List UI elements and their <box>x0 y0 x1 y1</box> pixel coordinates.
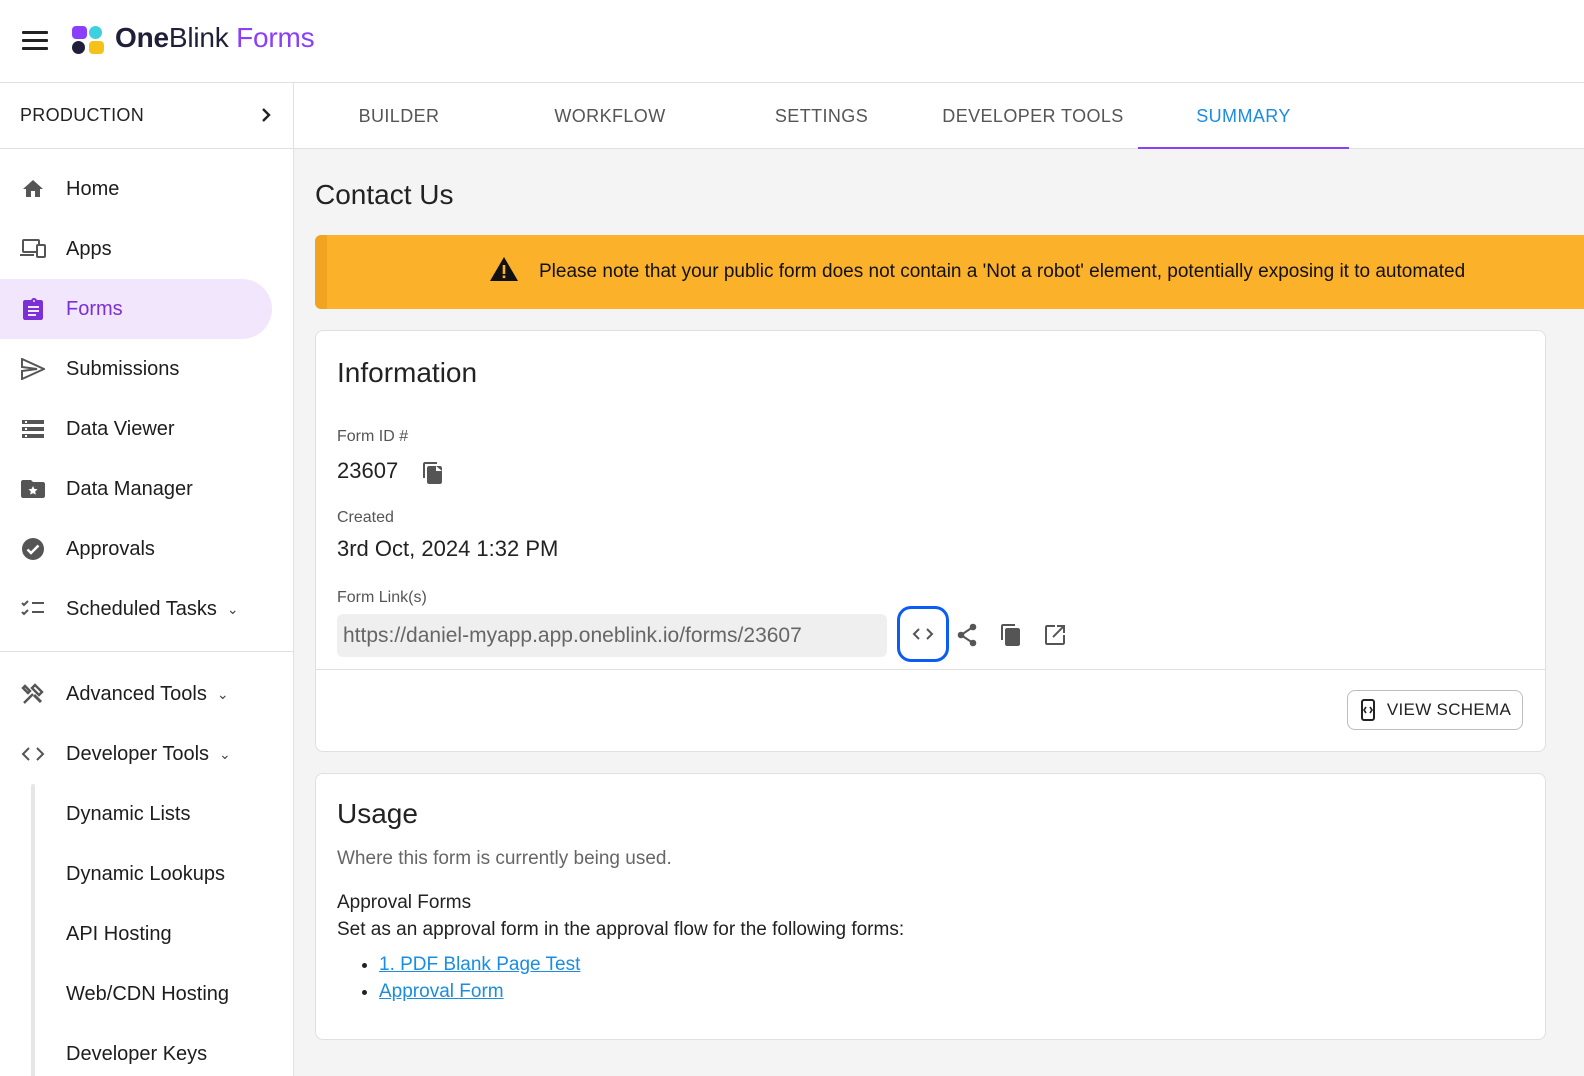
sidebar-item-label: Submissions <box>66 357 180 380</box>
open-in-new-icon[interactable] <box>1040 620 1070 650</box>
sidebar-item-label: Data Viewer <box>66 417 175 440</box>
approval-forms-text: Set as an approval form in the approval … <box>337 919 905 940</box>
share-icon[interactable] <box>952 620 982 650</box>
sidebar-item-label: Developer Tools <box>66 742 210 765</box>
chevron-down-icon: ⌄ <box>226 600 239 617</box>
view-schema-button[interactable]: VIEW SCHEMA <box>1347 690 1523 730</box>
warning-text: Please note that your public form does n… <box>539 261 1466 282</box>
send-icon <box>20 356 46 382</box>
sidebar: PRODUCTION Home Apps Forms Submissions D… <box>0 83 294 1076</box>
environment-selector[interactable]: PRODUCTION <box>0 83 293 149</box>
sidebar-item-api-hosting[interactable]: API Hosting <box>0 904 272 964</box>
sidebar-item-label: Forms <box>66 297 123 320</box>
warning-icon <box>489 256 519 288</box>
tab-developer-tools[interactable]: DEVELOPER TOOLS <box>938 83 1128 149</box>
home-icon <box>20 176 46 202</box>
created-label: Created <box>337 509 394 526</box>
form-link-value: https://daniel-myapp.app.oneblink.io/for… <box>343 623 802 647</box>
tab-summary[interactable]: SUMMARY <box>1138 83 1349 150</box>
approval-form-link[interactable]: Approval Form <box>379 981 504 1002</box>
created-value: 3rd Oct, 2024 1:32 PM <box>337 536 559 561</box>
copy-link-icon[interactable] <box>996 620 1026 650</box>
information-heading: Information <box>337 357 478 388</box>
tab-builder[interactable]: BUILDER <box>334 83 464 149</box>
form-links-label: Form Link(s) <box>337 589 427 606</box>
list-item: Approval Form <box>379 981 580 1008</box>
sidebar-item-label: Dynamic Lists <box>66 802 191 825</box>
code-icon <box>912 628 934 640</box>
developer-submenu: Dynamic Lists Dynamic Lookups API Hostin… <box>0 784 293 1076</box>
sidebar-item-label: Apps <box>66 237 112 260</box>
code-icon <box>20 741 46 767</box>
main-nav: Home Apps Forms Submissions Data Viewer … <box>0 149 293 639</box>
tab-settings[interactable]: SETTINGS <box>754 83 889 149</box>
sidebar-item-scheduled-tasks[interactable]: Scheduled Tasks ⌄ <box>0 579 272 639</box>
main-content: Contact Us Please note that your public … <box>294 149 1584 1076</box>
folder-star-icon <box>20 476 46 502</box>
sidebar-item-label: API Hosting <box>66 922 172 945</box>
approval-form-link[interactable]: 1. PDF Blank Page Test <box>379 954 580 975</box>
view-schema-label: VIEW SCHEMA <box>1386 700 1512 719</box>
form-tabs: BUILDER WORKFLOW SETTINGS DEVELOPER TOOL… <box>294 83 1584 150</box>
usage-description: Where this form is currently being used. <box>337 848 672 869</box>
sidebar-item-label: Data Manager <box>66 477 193 500</box>
chevron-down-icon: ⌄ <box>216 685 229 702</box>
brand-name: OneBlink Forms <box>115 22 315 53</box>
list-item: 1. PDF Blank Page Test <box>379 954 580 981</box>
sidebar-item-developer-tools[interactable]: Developer Tools ⌄ <box>0 724 272 784</box>
approval-forms-heading: Approval Forms <box>337 892 472 913</box>
sidebar-item-label: Home <box>66 177 120 200</box>
sidebar-item-label: Dynamic Lookups <box>66 862 225 885</box>
list-icon <box>20 416 46 442</box>
sidebar-item-data-manager[interactable]: Data Manager <box>0 459 272 519</box>
chevron-right-icon <box>259 103 273 129</box>
schema-icon <box>1360 699 1375 721</box>
sidebar-item-label: Approvals <box>66 537 155 560</box>
sidebar-item-label: Web/CDN Hosting <box>66 982 230 1005</box>
page-title: Contact Us <box>315 179 454 210</box>
clipboard-icon <box>20 296 46 322</box>
devices-icon <box>20 236 46 262</box>
sidebar-item-developer-keys[interactable]: Developer Keys <box>0 1024 272 1076</box>
tools-nav: Advanced Tools ⌄ Developer Tools ⌄ <box>0 664 293 784</box>
copy-icon[interactable] <box>418 458 448 488</box>
usage-card: Usage Where this form is currently being… <box>315 773 1546 1040</box>
check-circle-icon <box>20 536 46 562</box>
sidebar-divider <box>0 651 293 652</box>
approval-forms-list: 1. PDF Blank Page Test Approval Form <box>379 954 580 1008</box>
sidebar-item-advanced-tools[interactable]: Advanced Tools ⌄ <box>0 664 272 724</box>
form-id-value: 23607 <box>337 458 399 483</box>
oneblink-logo <box>72 26 106 56</box>
form-id-label: Form ID # <box>337 428 409 445</box>
menu-icon[interactable] <box>22 31 48 51</box>
environment-label: PRODUCTION <box>20 105 144 125</box>
chevron-down-icon: ⌄ <box>219 745 231 762</box>
warning-banner: Please note that your public form does n… <box>315 235 1584 309</box>
sidebar-item-apps[interactable]: Apps <box>0 219 272 279</box>
tab-workflow[interactable]: WORKFLOW <box>534 83 686 149</box>
form-link-field[interactable]: https://daniel-myapp.app.oneblink.io/for… <box>337 614 887 657</box>
usage-heading: Usage <box>337 798 418 829</box>
sidebar-item-web-cdn-hosting[interactable]: Web/CDN Hosting <box>0 964 272 1024</box>
app-bar: OneBlink Forms <box>0 0 1584 83</box>
card-divider <box>316 669 1545 670</box>
sidebar-item-home[interactable]: Home <box>0 159 272 219</box>
sidebar-item-label: Scheduled Tasks <box>66 597 217 620</box>
information-card: Information Form ID # 23607 Created 3rd … <box>315 330 1546 752</box>
embed-code-button[interactable] <box>897 606 949 662</box>
sidebar-item-submissions[interactable]: Submissions <box>0 339 272 399</box>
sidebar-item-approvals[interactable]: Approvals <box>0 519 272 579</box>
sidebar-item-dynamic-lookups[interactable]: Dynamic Lookups <box>0 844 272 904</box>
sidebar-item-label: Developer Keys <box>66 1042 208 1065</box>
checklist-icon <box>20 596 46 622</box>
sidebar-item-data-viewer[interactable]: Data Viewer <box>0 399 272 459</box>
sidebar-item-dynamic-lists[interactable]: Dynamic Lists <box>0 784 272 844</box>
sidebar-item-forms[interactable]: Forms <box>0 279 272 339</box>
sidebar-item-label: Advanced Tools <box>66 682 207 705</box>
tools-icon <box>20 681 46 707</box>
